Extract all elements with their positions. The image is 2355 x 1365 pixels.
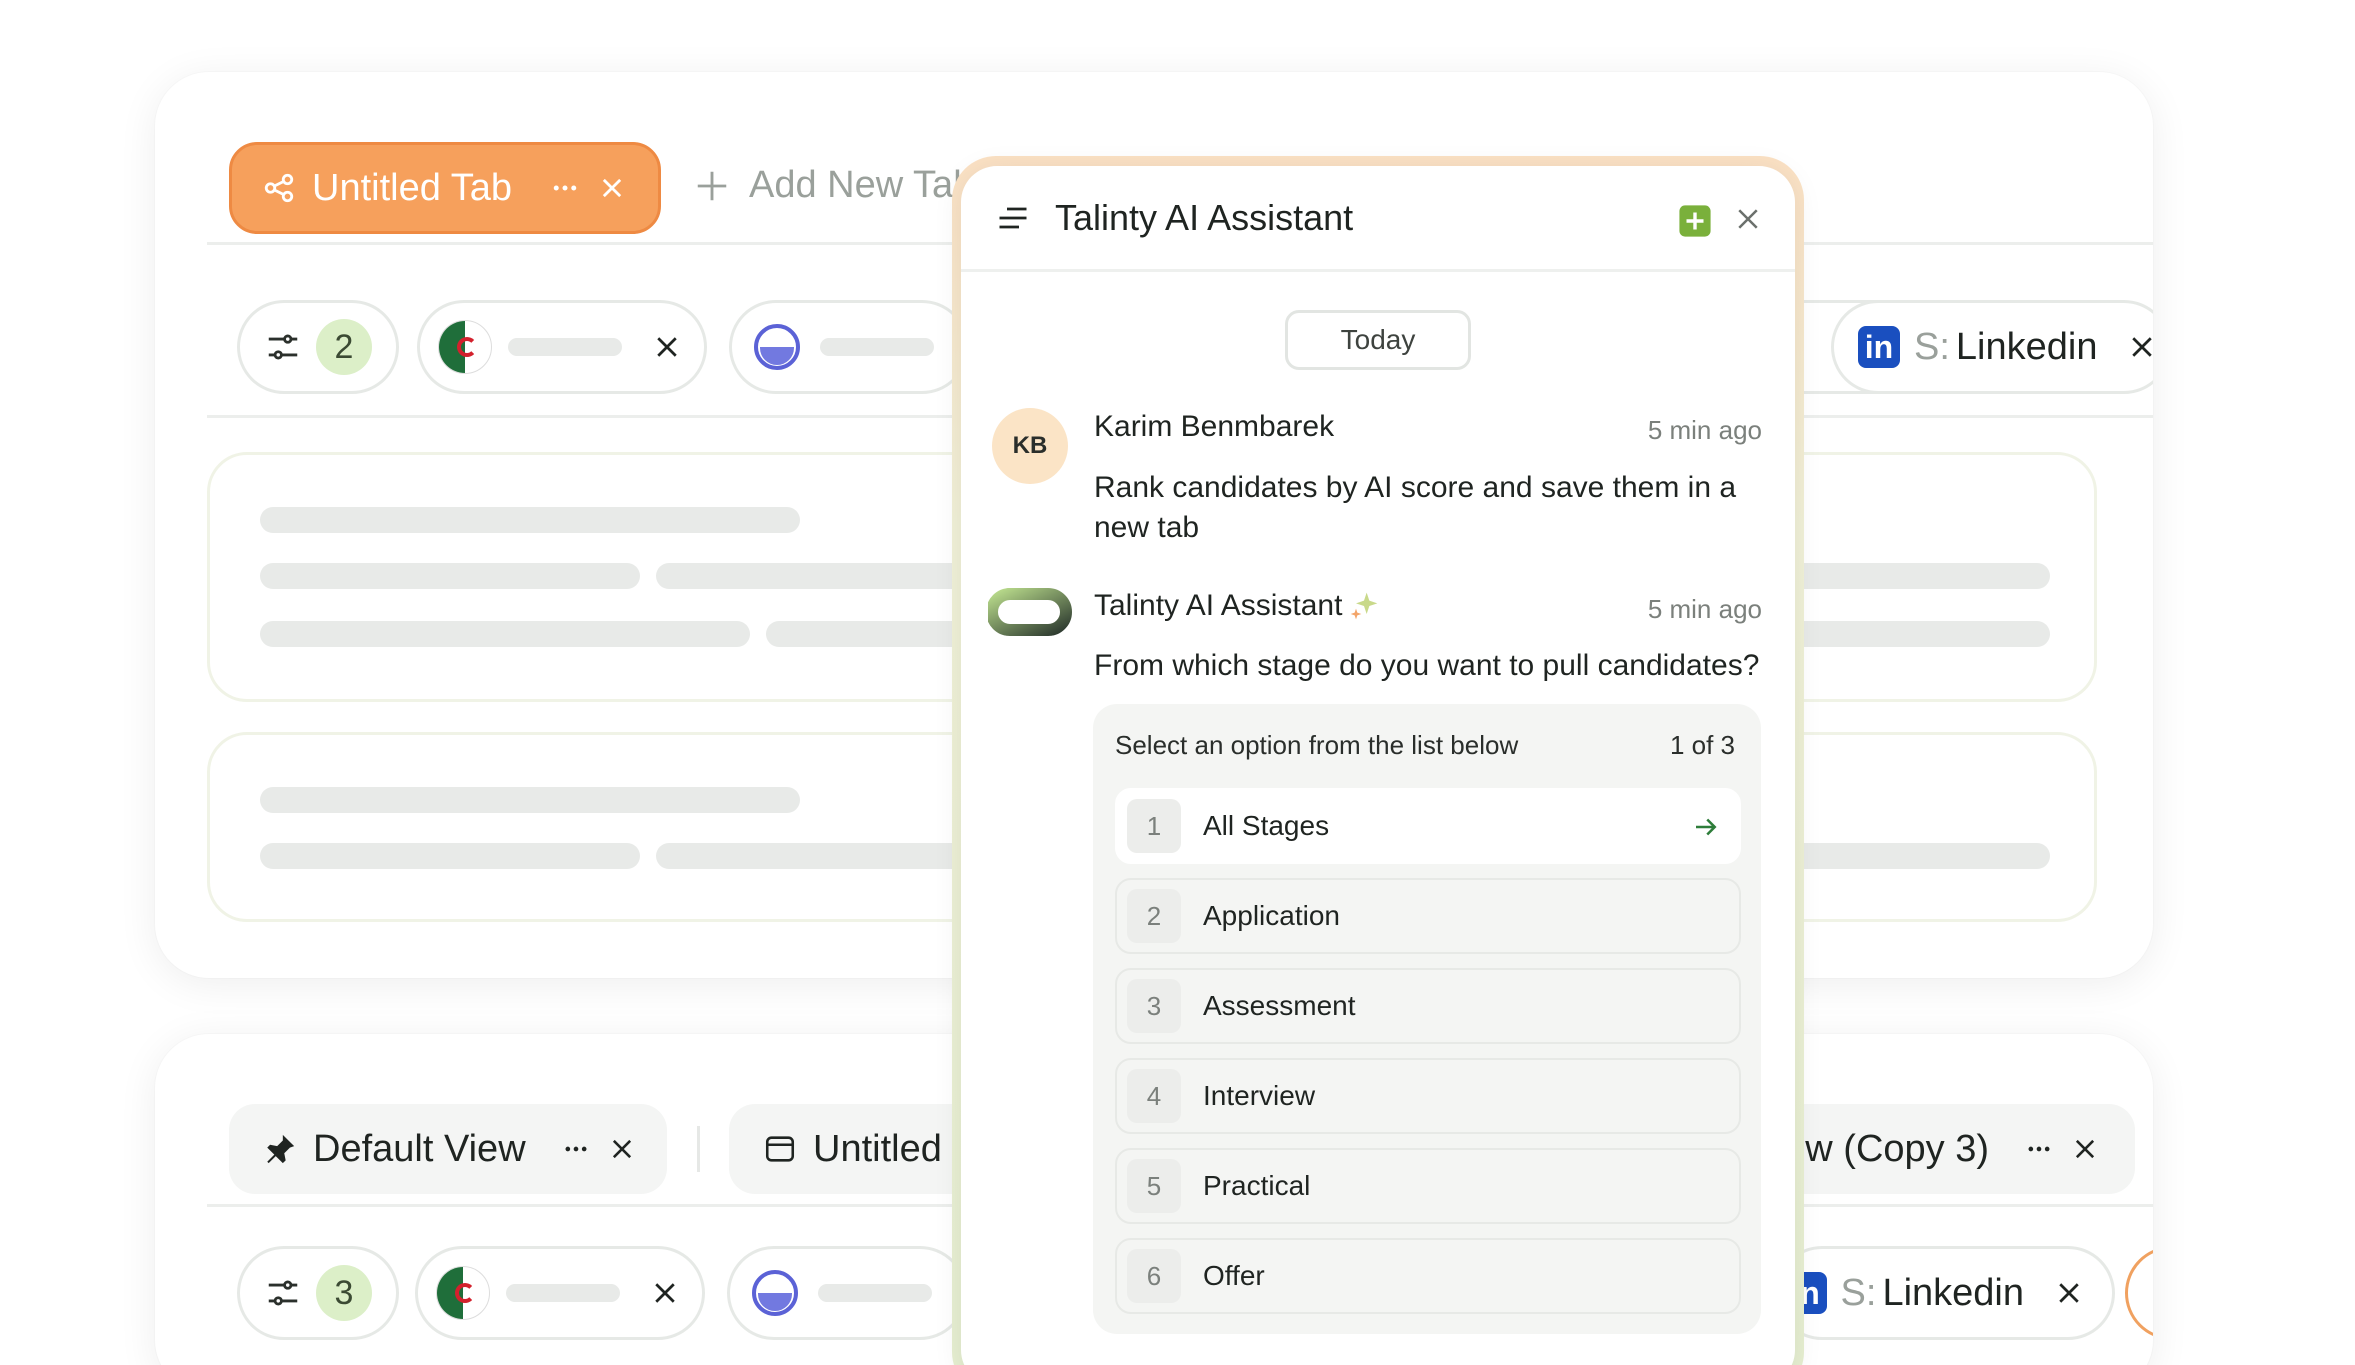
message-author-row: Talinty AI Assistant — [1094, 589, 1380, 623]
assistant-logo-icon — [988, 584, 1072, 648]
skeleton-line — [260, 843, 640, 869]
time-filter-pill[interactable] — [727, 1246, 967, 1340]
placeholder-bar — [506, 1284, 620, 1302]
option-practical[interactable]: 5 Practical — [1115, 1148, 1741, 1224]
sliders-icon — [264, 328, 302, 366]
option-number: 5 — [1127, 1159, 1181, 1213]
plus-icon — [693, 167, 731, 205]
option-assessment[interactable]: 3 Assessment — [1115, 968, 1741, 1044]
tab-label: Default View — [313, 1127, 526, 1170]
linkedin-icon: in — [1858, 326, 1900, 368]
add-filter-button[interactable] — [2125, 1246, 2153, 1340]
filter-count-badge: 3 — [316, 1265, 372, 1321]
filter-count-badge: 2 — [316, 319, 372, 375]
close-tab-icon[interactable] — [598, 174, 626, 202]
time-filter-pill[interactable] — [729, 300, 969, 394]
browser-window-icon — [763, 1132, 797, 1166]
message-time: 5 min ago — [1647, 415, 1762, 445]
option-number: 3 — [1127, 979, 1181, 1033]
tab-separator — [697, 1126, 700, 1172]
message-time: 5 min ago — [1647, 594, 1762, 624]
date-divider: Today — [1285, 310, 1471, 370]
source-filter-pill[interactable]: in S: Linkedin — [1775, 1246, 2115, 1340]
menu-icon[interactable] — [995, 200, 1031, 236]
close-icon[interactable] — [650, 1278, 680, 1308]
close-icon[interactable] — [1733, 204, 1763, 234]
assistant-header: Talinty AI Assistant — [961, 166, 1795, 272]
message-author: Karim Benmbarek — [1094, 410, 1335, 443]
options-header: Select an option from the list below — [1115, 730, 1519, 760]
pin-icon — [263, 1132, 297, 1166]
more-options-icon[interactable] — [562, 1135, 590, 1163]
sparkle-icon — [1348, 590, 1380, 622]
skeleton-line — [1790, 843, 2050, 869]
source-filter-pill[interactable]: in S: Linkedin — [1831, 300, 2153, 394]
message-author: Talinty AI Assistant — [1094, 589, 1343, 622]
option-all-stages[interactable]: 1 All Stages — [1115, 788, 1741, 864]
placeholder-bar — [820, 338, 934, 356]
option-number: 6 — [1127, 1249, 1181, 1303]
clock-icon — [752, 1270, 798, 1316]
option-number: 1 — [1127, 799, 1181, 853]
skeleton-line — [260, 621, 750, 647]
country-filter-pill[interactable] — [417, 300, 707, 394]
arrow-right-icon — [1691, 812, 1721, 842]
close-tab-icon[interactable] — [2071, 1135, 2099, 1163]
skeleton-line — [1790, 621, 2050, 647]
option-application[interactable]: 2 Application — [1115, 878, 1741, 954]
close-icon[interactable] — [652, 332, 682, 362]
close-tab-icon[interactable] — [608, 1135, 636, 1163]
filter-settings-pill[interactable]: 2 — [237, 300, 399, 394]
option-number: 4 — [1127, 1069, 1181, 1123]
source-prefix: S: — [1840, 1271, 1877, 1314]
skeleton-line — [260, 507, 800, 533]
ai-assistant-panel: Talinty AI Assistant Today KB Karim Benm… — [961, 166, 1795, 1365]
algeria-flag-icon — [438, 320, 492, 374]
add-tab-label: Add New Tab — [749, 164, 975, 206]
clock-icon — [754, 324, 800, 370]
message-text: Rank candidates by AI score and save the… — [1094, 471, 1737, 544]
skeleton-line — [260, 563, 640, 589]
option-label: Practical — [1203, 1170, 1311, 1201]
country-filter-pill[interactable] — [415, 1246, 705, 1340]
avatar: KB — [992, 408, 1068, 484]
skeleton-line — [260, 787, 800, 813]
source-label: Linkedin — [1882, 1271, 2024, 1314]
option-offer[interactable]: 6 Offer — [1115, 1238, 1741, 1314]
new-chat-icon[interactable] — [1678, 204, 1712, 238]
more-options-icon[interactable] — [2025, 1135, 2053, 1163]
message-text: From which stage do you want to pull can… — [1094, 649, 1760, 682]
assistant-title: Talinty AI Assistant — [1055, 196, 1354, 238]
close-icon[interactable] — [2127, 332, 2153, 362]
option-label: Assessment — [1203, 990, 1356, 1021]
algeria-flag-icon — [436, 1266, 490, 1320]
share-nodes-icon — [262, 171, 296, 205]
tab-default-view[interactable]: Default View — [229, 1104, 667, 1194]
options-box: Select an option from the list below 1 o… — [1093, 704, 1761, 1334]
placeholder-bar — [508, 338, 622, 356]
option-label: Interview — [1203, 1080, 1316, 1111]
options-count: 1 of 3 — [1669, 730, 1735, 760]
skeleton-line — [1790, 563, 2050, 589]
option-label: Offer — [1203, 1260, 1265, 1291]
close-icon[interactable] — [2054, 1278, 2084, 1308]
tab-label: Untitled Tab — [312, 166, 512, 209]
option-label: All Stages — [1203, 810, 1330, 841]
tab-untitled-active[interactable]: Untitled Tab — [229, 142, 661, 234]
filter-settings-pill[interactable]: 3 — [237, 1246, 399, 1340]
option-label: Application — [1203, 900, 1340, 931]
placeholder-bar — [818, 1284, 932, 1302]
source-label: Linkedin — [1955, 325, 2098, 368]
sliders-icon — [264, 1274, 302, 1312]
option-interview[interactable]: 4 Interview — [1115, 1058, 1741, 1134]
option-number: 2 — [1127, 889, 1181, 943]
more-options-icon[interactable] — [550, 173, 580, 203]
source-prefix: S: — [1914, 325, 1950, 368]
tab-untitled[interactable]: Untitled Tab — [729, 1104, 989, 1194]
add-tab-button[interactable]: Add New Tab — [693, 164, 974, 207]
